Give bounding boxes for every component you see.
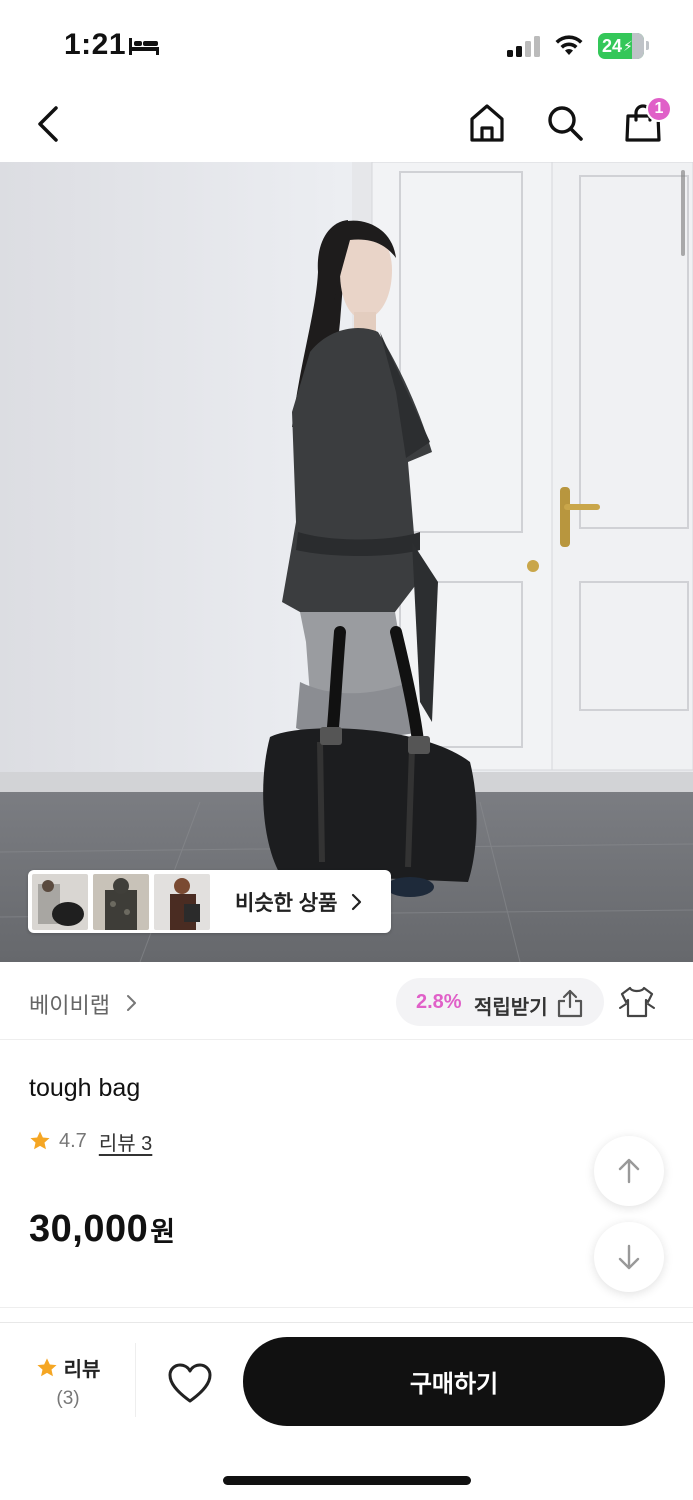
similar-thumb-1 <box>32 873 88 930</box>
points-percent: 2.8% <box>416 991 462 1013</box>
points-share-pill[interactable]: 2.8% 적립받기 <box>396 978 604 1026</box>
battery-icon: 24 ⚡ <box>598 33 644 59</box>
similar-thumb-3 <box>154 873 210 930</box>
chevron-right-icon <box>352 893 362 910</box>
similar-products-button[interactable]: 비슷한 상품 <box>28 870 391 933</box>
price-amount: 30,000 <box>29 1208 149 1250</box>
product-title: tough bag <box>29 1074 141 1102</box>
rating-value: 4.7 <box>59 1129 87 1152</box>
chevron-right-icon <box>127 995 136 1011</box>
sleep-focus-icon <box>129 38 159 55</box>
review-link[interactable]: 리뷰 3 <box>99 1127 152 1156</box>
similar-thumb-2 <box>93 873 149 930</box>
price: 30,000 원 <box>29 1208 175 1251</box>
top-nav-bar <box>0 88 693 162</box>
bottom-review-button[interactable]: 리뷰 (3) <box>28 1353 108 1413</box>
wifi-icon <box>555 35 583 55</box>
search-icon[interactable] <box>544 102 586 144</box>
price-currency: 원 <box>150 1217 176 1247</box>
status-time: 1:21 <box>64 28 127 61</box>
brand-link[interactable]: 베이비랩 <box>29 988 110 1020</box>
cellular-signal-icon <box>507 36 540 57</box>
brand-row: 베이비랩 2.8% 적립받기 <box>0 962 693 1040</box>
heart-icon[interactable] <box>166 1361 214 1405</box>
back-icon[interactable] <box>30 104 70 144</box>
home-indicator <box>223 1476 471 1485</box>
bottom-action-bar: 리뷰 (3) 구매하기 <box>0 1322 693 1442</box>
buy-button[interactable]: 구매하기 <box>243 1337 665 1426</box>
status-bar: 1:21 24 ⚡ <box>0 0 693 88</box>
bottom-review-label: 리뷰 <box>63 1359 101 1381</box>
star-icon <box>37 1357 57 1376</box>
share-icon[interactable] <box>556 988 584 1018</box>
similar-products-label: 비슷한 상품 <box>235 891 338 915</box>
arrow-up-icon <box>618 1158 640 1184</box>
image-scroll-indicator <box>681 170 685 256</box>
arrow-down-icon <box>618 1244 640 1270</box>
separator <box>135 1343 136 1417</box>
divider <box>0 1307 693 1308</box>
product-image[interactable] <box>0 162 693 962</box>
cart-count-badge: 1 <box>646 96 672 122</box>
home-icon[interactable] <box>466 102 508 144</box>
bottom-review-count: (3) <box>56 1388 80 1409</box>
scroll-top-button[interactable] <box>594 1136 664 1206</box>
points-label: 적립받기 <box>474 997 548 1019</box>
rating-row: 4.7 리뷰 3 <box>29 1126 152 1156</box>
product-photo <box>0 162 693 962</box>
battery-level: 24 <box>602 35 623 56</box>
star-icon <box>30 1131 50 1150</box>
scroll-bottom-button[interactable] <box>594 1222 664 1292</box>
outfit-icon[interactable] <box>618 984 656 1020</box>
